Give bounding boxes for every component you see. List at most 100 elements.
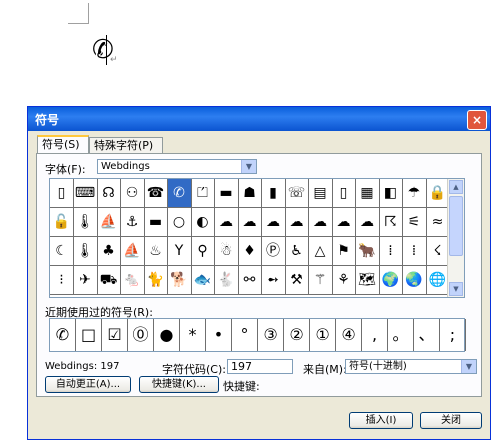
- close-icon[interactable]: ×: [467, 110, 487, 130]
- symbol-cell[interactable]: ▦: [355, 179, 380, 208]
- recent-symbol-cell[interactable]: ①: [310, 319, 336, 351]
- symbol-cell[interactable]: ♣: [97, 237, 121, 266]
- symbol-cell[interactable]: ☗: [238, 179, 262, 208]
- symbol-dialog: 符号 × 符号(S) 特殊字符(P) 字体(F): Webdings ▼ ▯ ⌨ ☊…: [27, 106, 491, 440]
- font-select[interactable]: Webdings ▼: [97, 159, 257, 174]
- symbol-cell[interactable]: 🐂: [355, 237, 380, 266]
- symbol-cell[interactable]: ✆: [167, 179, 192, 208]
- recent-symbol-cell[interactable]: 、: [414, 319, 440, 351]
- symbol-cell[interactable]: 🌡: [73, 237, 98, 266]
- recent-symbol-cell[interactable]: ,: [362, 319, 388, 351]
- symbol-cell[interactable]: ◐: [191, 208, 215, 237]
- symbol-cell[interactable]: 🐟: [191, 266, 215, 295]
- recent-symbol-cell[interactable]: *: [180, 319, 206, 351]
- recent-symbol-cell[interactable]: •: [206, 319, 232, 351]
- symbol-cell[interactable]: ▬: [144, 208, 168, 237]
- shortcut-key-button[interactable]: 快捷键(K)...: [139, 376, 219, 393]
- symbol-cell[interactable]: ▯: [50, 179, 74, 208]
- symbol-cell[interactable]: ⏍: [191, 179, 215, 208]
- chevron-down-icon[interactable]: ▼: [461, 360, 476, 373]
- symbol-cell[interactable]: Ⓟ: [261, 237, 286, 266]
- symbol-cell[interactable]: ⛵: [97, 208, 121, 237]
- symbol-cell[interactable]: ☾: [50, 237, 74, 266]
- symbol-cell[interactable]: ☁: [355, 208, 380, 237]
- dialog-titlebar[interactable]: 符号 ×: [28, 107, 490, 131]
- symbol-cell[interactable]: ☁: [332, 208, 356, 237]
- recent-symbol-cell[interactable]: ●: [154, 319, 180, 351]
- text-cursor: [106, 35, 107, 65]
- symbol-cell[interactable]: ⚓: [120, 208, 145, 237]
- symbol-cell[interactable]: ☁: [261, 208, 286, 237]
- insert-button[interactable]: 插入(I): [349, 412, 413, 429]
- symbol-cell[interactable]: ☁: [308, 208, 333, 237]
- symbol-cell[interactable]: 🔓: [50, 208, 74, 237]
- symbol-cell[interactable]: ➻: [261, 266, 286, 295]
- symbol-cell[interactable]: ☃: [214, 237, 239, 266]
- recent-symbol-cell[interactable]: ④: [336, 319, 362, 351]
- symbol-cell[interactable]: ◧: [379, 179, 403, 208]
- symbol-cell[interactable]: ⚟: [402, 208, 427, 237]
- symbol-cell[interactable]: Y: [167, 237, 192, 266]
- symbol-cell[interactable]: ○: [167, 208, 192, 237]
- chevron-down-icon[interactable]: ▼: [241, 160, 256, 173]
- symbol-cell[interactable]: 🌏: [402, 266, 427, 295]
- symbol-cell[interactable]: ▤: [308, 179, 333, 208]
- symbol-cell[interactable]: ▬: [214, 179, 239, 208]
- symbol-cell[interactable]: ⌨: [73, 179, 98, 208]
- symbol-cell[interactable]: 🐕: [167, 266, 192, 295]
- close-button[interactable]: 关闭: [420, 412, 482, 429]
- symbol-cell[interactable]: ⚯: [238, 266, 262, 295]
- tab-symbols[interactable]: 符号(S): [37, 135, 89, 153]
- from-label: 来自(M):: [303, 363, 347, 376]
- symbol-cell[interactable]: ♦: [238, 237, 262, 266]
- symbol-cell[interactable]: 🐈: [144, 266, 168, 295]
- recent-symbol-cell[interactable]: ⓪: [128, 319, 154, 351]
- scroll-down-icon[interactable]: ▼: [449, 282, 463, 296]
- recent-symbol-cell[interactable]: 。: [388, 319, 414, 351]
- recent-symbol-cell[interactable]: °: [232, 319, 258, 351]
- symbol-cell[interactable]: ⚘: [332, 266, 356, 295]
- symbol-cell[interactable]: ☁: [238, 208, 262, 237]
- symbol-cell[interactable]: 🌍: [379, 266, 403, 295]
- from-select[interactable]: 符号(十进制) ▼: [345, 359, 477, 374]
- symbol-cell[interactable]: ♿: [285, 237, 309, 266]
- symbol-cell[interactable]: △: [308, 237, 333, 266]
- symbol-cell[interactable]: ☊: [97, 179, 121, 208]
- symbol-cell[interactable]: ☁: [285, 208, 309, 237]
- recent-symbol-cell[interactable]: ☑: [102, 319, 128, 351]
- autocorrect-button[interactable]: 自动更正(A)...: [45, 376, 131, 393]
- recent-symbol-cell[interactable]: □: [76, 319, 102, 351]
- char-code-input[interactable]: 197: [227, 359, 293, 374]
- recent-symbol-cell[interactable]: ;: [440, 319, 466, 351]
- symbol-cell[interactable]: ☁: [214, 208, 239, 237]
- symbol-cell[interactable]: ⁞: [379, 237, 403, 266]
- symbol-cell[interactable]: ⚒: [285, 266, 309, 295]
- grid-scrollbar[interactable]: ▲ ▼: [447, 179, 464, 297]
- symbol-cell[interactable]: 🗺: [355, 266, 380, 295]
- recent-symbol-cell[interactable]: ③: [258, 319, 284, 351]
- symbol-cell[interactable]: 🐇: [214, 266, 239, 295]
- tab-special-characters[interactable]: 特殊字符(P): [89, 137, 163, 153]
- symbol-cell[interactable]: ♨: [144, 237, 168, 266]
- symbol-cell[interactable]: ⚇: [120, 179, 145, 208]
- symbol-cell[interactable]: ☈: [379, 208, 403, 237]
- scroll-thumb[interactable]: [449, 196, 463, 256]
- symbol-cell[interactable]: ☏: [285, 179, 309, 208]
- symbol-cell[interactable]: ⚚: [308, 266, 333, 295]
- symbol-cell[interactable]: ⁞: [402, 237, 427, 266]
- symbol-cell[interactable]: ⚑: [332, 237, 356, 266]
- symbol-cell[interactable]: ✈: [73, 266, 98, 295]
- symbol-cell[interactable]: ⚲: [191, 237, 215, 266]
- symbol-cell[interactable]: ⛟: [97, 266, 121, 295]
- symbol-cell[interactable]: 🌡: [73, 208, 98, 237]
- symbol-cell[interactable]: ☎: [144, 179, 168, 208]
- symbol-cell[interactable]: ⛵: [120, 237, 145, 266]
- scroll-up-icon[interactable]: ▲: [449, 180, 463, 194]
- symbol-cell[interactable]: ▮: [261, 179, 286, 208]
- symbol-cell[interactable]: ▯: [332, 179, 356, 208]
- symbol-cell[interactable]: 🐁: [120, 266, 145, 295]
- recent-symbol-cell[interactable]: ✆: [50, 319, 76, 351]
- symbol-cell[interactable]: ☂: [402, 179, 427, 208]
- symbol-cell[interactable]: ⁝: [50, 266, 74, 295]
- recent-symbol-cell[interactable]: ②: [284, 319, 310, 351]
